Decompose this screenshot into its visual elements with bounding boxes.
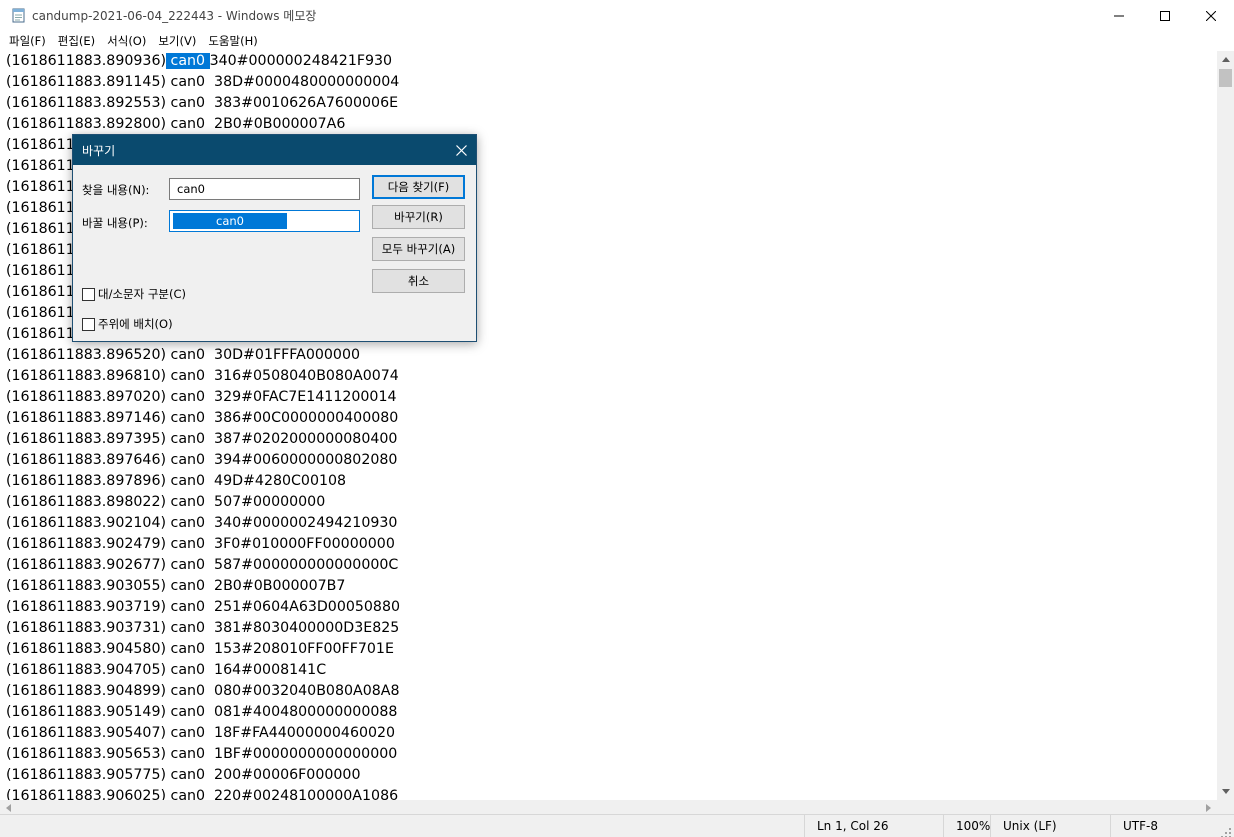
wrap-around-option[interactable]: 주위에 배치(O) <box>82 316 173 332</box>
notepad-window: candump-2021-06-04_222443 - Windows 메모장 … <box>0 0 1234 837</box>
editor-line: (1618611883.903055) can0 2B0#0B000007B7 <box>6 578 346 594</box>
editor-line: (1618611883.896810) can0 316#0508040B080… <box>6 368 399 384</box>
close-button[interactable] <box>1188 0 1234 31</box>
editor-line: (1618611883.892553) can0 383#0010626A760… <box>6 95 399 111</box>
dialog-title: 바꾸기 <box>82 144 116 158</box>
replace-dialog: 바꾸기 찾을 내용(N): can0 바꿀 내용(P): can0 다음 찾기(… <box>72 134 477 342</box>
find-input[interactable]: can0 <box>169 178 360 200</box>
dialog-title-bar[interactable]: 바꾸기 <box>73 135 476 165</box>
scroll-up-arrow-icon[interactable] <box>1217 51 1234 68</box>
match-case-option[interactable]: 대/소문자 구분(C) <box>82 286 186 302</box>
status-bar: Ln 1, Col 26 100% Unix (LF) UTF-8 <box>0 814 1234 837</box>
vertical-scroll-thumb[interactable] <box>1219 69 1232 87</box>
menu-view[interactable]: 보기(V) <box>152 31 202 51</box>
editor-line: (1618611883.892800) can0 2B0#0B000007A6 <box>6 116 346 132</box>
scroll-down-arrow-icon[interactable] <box>1217 783 1234 800</box>
editor-line: (1618611883.902479) can0 3F0#010000FF000… <box>6 536 395 552</box>
zoom-level: 100% <box>943 815 990 837</box>
menu-bar: 파일(F) 편집(E) 서식(O) 보기(V) 도움말(H) <box>0 31 1234 51</box>
find-next-button[interactable]: 다음 찾기(F) <box>372 175 465 199</box>
notepad-icon <box>11 7 27 23</box>
editor-line: (1618611883.897395) can0 387#02020000000… <box>6 431 398 447</box>
replace-all-button[interactable]: 모두 바꾸기(A) <box>372 237 465 261</box>
cursor-position: Ln 1, Col 26 <box>804 815 943 837</box>
replace-input[interactable]: can0 <box>169 210 360 232</box>
vertical-scrollbar[interactable] <box>1217 51 1234 800</box>
menu-edit[interactable]: 편집(E) <box>52 31 101 51</box>
editor-line: (1618611883.897146) can0 386#00C00000004… <box>6 410 399 426</box>
menu-format[interactable]: 서식(O) <box>101 31 152 51</box>
maximize-icon <box>1160 10 1170 21</box>
minimize-icon <box>1114 15 1124 16</box>
wrap-around-checkbox[interactable] <box>82 317 95 331</box>
editor-line: (1618611883.905407) can0 18F#FA440000004… <box>6 725 396 741</box>
editor-line: (1618611883.904580) can0 153#208010FF00F… <box>6 641 394 657</box>
editor-line: (1618611883.898022) can0 507#00000000 <box>6 494 326 510</box>
match-case-checkbox[interactable] <box>82 287 95 301</box>
match-case-label: 대/소문자 구분(C) <box>98 287 187 301</box>
window-title: candump-2021-06-04_222443 - Windows 메모장 <box>32 9 317 23</box>
cancel-button[interactable]: 취소 <box>372 269 465 293</box>
editor-line: (1618611883.897020) can0 329#0FAC7E14112… <box>6 389 397 405</box>
editor-line: (1618611883.906025) can0 220#00248100000… <box>6 788 399 800</box>
replace-label: 바꿀 내용(P): <box>82 216 148 230</box>
line-timestamp: (1618611883.890936) <box>6 53 167 69</box>
editor-line: (1618611883.903719) can0 251#0604A63D000… <box>6 599 401 615</box>
close-icon <box>455 144 467 156</box>
encoding: UTF-8 <box>1110 815 1220 837</box>
editor-line: (1618611883.896520) can0 30D#01FFFA00000… <box>6 347 361 363</box>
selected-text[interactable]: can0 <box>166 53 210 69</box>
editor-line: (1618611883.897646) can0 394#00600000008… <box>6 452 398 468</box>
editor-line: (1618611883.904899) can0 080#0032040B080… <box>6 683 400 699</box>
replace-button[interactable]: 바꾸기(R) <box>372 205 465 229</box>
line-ending: Unix (LF) <box>990 815 1110 837</box>
editor-line: (1618611883.905149) can0 081#40048000000… <box>6 704 398 720</box>
editor-line: (1618611883.903731) can0 381#8030400000D… <box>6 620 400 636</box>
editor-line: (1618611883.897896) can0 49D#4280C00108 <box>6 473 347 489</box>
editor-line: (1618611883.890936) can0 340#00000024842… <box>0 51 1217 72</box>
scrollbar-corner <box>1217 800 1234 814</box>
find-label: 찾을 내용(N): <box>82 183 150 197</box>
horizontal-scrollbar[interactable] <box>0 800 1217 814</box>
line-payload: 340#000000248421F930 <box>209 53 393 69</box>
editor-line: (1618611883.902677) can0 587#00000000000… <box>6 557 399 573</box>
dialog-close-button[interactable] <box>452 141 470 159</box>
menu-help[interactable]: 도움말(H) <box>202 31 263 51</box>
editor-line: (1618611883.905775) can0 200#00006F00000… <box>6 767 361 783</box>
editor-line: (1618611883.905653) can0 1BF#00000000000… <box>6 746 398 762</box>
menu-file[interactable]: 파일(F) <box>3 31 52 51</box>
maximize-button[interactable] <box>1142 0 1188 31</box>
wrap-around-label: 주위에 배치(O) <box>98 317 173 331</box>
editor-line: (1618611883.904705) can0 164#0008141C <box>6 662 327 678</box>
editor-line: (1618611883.891145) can0 38D#00004800000… <box>6 74 400 90</box>
title-bar: candump-2021-06-04_222443 - Windows 메모장 <box>0 0 1234 31</box>
editor-line: (1618611883.902104) can0 340#00000024942… <box>6 515 398 531</box>
resize-grip-icon[interactable] <box>1220 824 1232 837</box>
close-icon <box>1206 10 1216 21</box>
replace-input-selection: can0 <box>173 213 287 229</box>
minimize-button[interactable] <box>1096 0 1142 31</box>
